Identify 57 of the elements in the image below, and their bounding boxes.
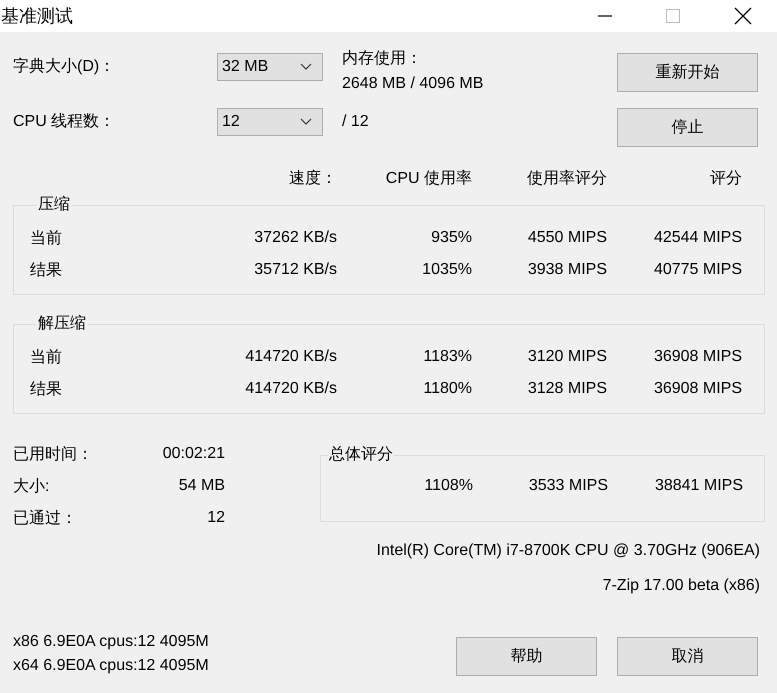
group-title: 压缩 [37,196,71,214]
table-cell-text: 1035% [421,261,472,279]
table-cell-text: 40775 MIPS [652,261,742,279]
restart-button[interactable]: 重新开始 [617,52,758,92]
row-label: 结果 [30,260,63,280]
column-header: 速度： [288,168,337,188]
close-icon [734,7,752,25]
row-label: 当前 [30,228,63,248]
memory-value: 2648 MB / 4096 MB [342,74,484,94]
table-cell-text: 414720 KB/s [244,348,337,366]
maximize-icon [665,8,681,24]
table-cell-text: 36908 MIPS [652,348,742,366]
table-cell-text: 1108% [423,477,473,495]
table-cell-text: 3533 MIPS [528,477,608,495]
column-header: 使用率评分 [526,168,607,188]
system-info: x64 6.9E0A cpus:12 4095M [13,656,209,676]
table-cell-text: 935% [430,229,472,247]
cancel-button[interactable]: 取消 [617,637,758,676]
table-cell-text: 3938 MIPS [526,261,607,279]
column-header: 评分 [709,168,742,188]
version-text: 7-Zip 17.00 beta (x86) [602,577,760,594]
stat-label: 已通过： [13,508,77,528]
column-header: CPU 使用率 [384,168,472,188]
dropdown[interactable]: 12 [217,108,323,136]
table-cell-text: 3120 MIPS [526,348,607,366]
dropdown[interactable]: 32 MB [217,53,323,81]
field-label: CPU 线程数： [13,112,116,132]
stop-button[interactable]: 停止 [617,108,758,146]
cpu-info: Intel(R) Core(TM) i7-8700K CPU @ 3.70GHz (906EA) [376,542,760,559]
table-cell-text: 3128 MIPS [526,380,607,398]
memory-label: 内存使用： [342,48,422,69]
stat-value: 54 MB [178,477,225,495]
stat-label: 已用时间： [13,444,93,464]
table-cell-text: 4550 MIPS [526,229,607,247]
table-cell-text: 414720 KB/s [244,380,337,398]
stat-value: 00:02:21 [162,445,225,463]
minimize-icon [598,15,612,17]
system-info: x86 6.9E0A cpus:12 4095M [13,632,209,652]
stat-value: 12 [207,509,225,527]
row-label: 当前 [30,348,63,368]
thread-total: / 12 [342,112,370,132]
group-title: 总体评分 [328,446,394,464]
chevron-icon [300,118,312,126]
window-title: 基准测试 [1,5,74,28]
group-title: 解压缩 [37,315,87,333]
table-cell-text: 1180% [422,380,472,398]
table-cell-text: 38841 MIPS [654,477,743,495]
table-cell-text: 37262 KB/s [253,229,337,247]
help-button[interactable]: 帮助 [456,637,597,676]
table-cell-text: 35712 KB/s [253,261,337,279]
table-cell-text: 1183% [422,348,472,366]
table-cell-text: 42544 MIPS [652,229,742,247]
chevron-icon [300,63,312,71]
stat-label: 大小: [13,476,50,496]
table-cell-text: 36908 MIPS [652,380,742,398]
field-label: 字典大小(D)： [13,56,116,77]
row-label: 结果 [30,380,63,400]
